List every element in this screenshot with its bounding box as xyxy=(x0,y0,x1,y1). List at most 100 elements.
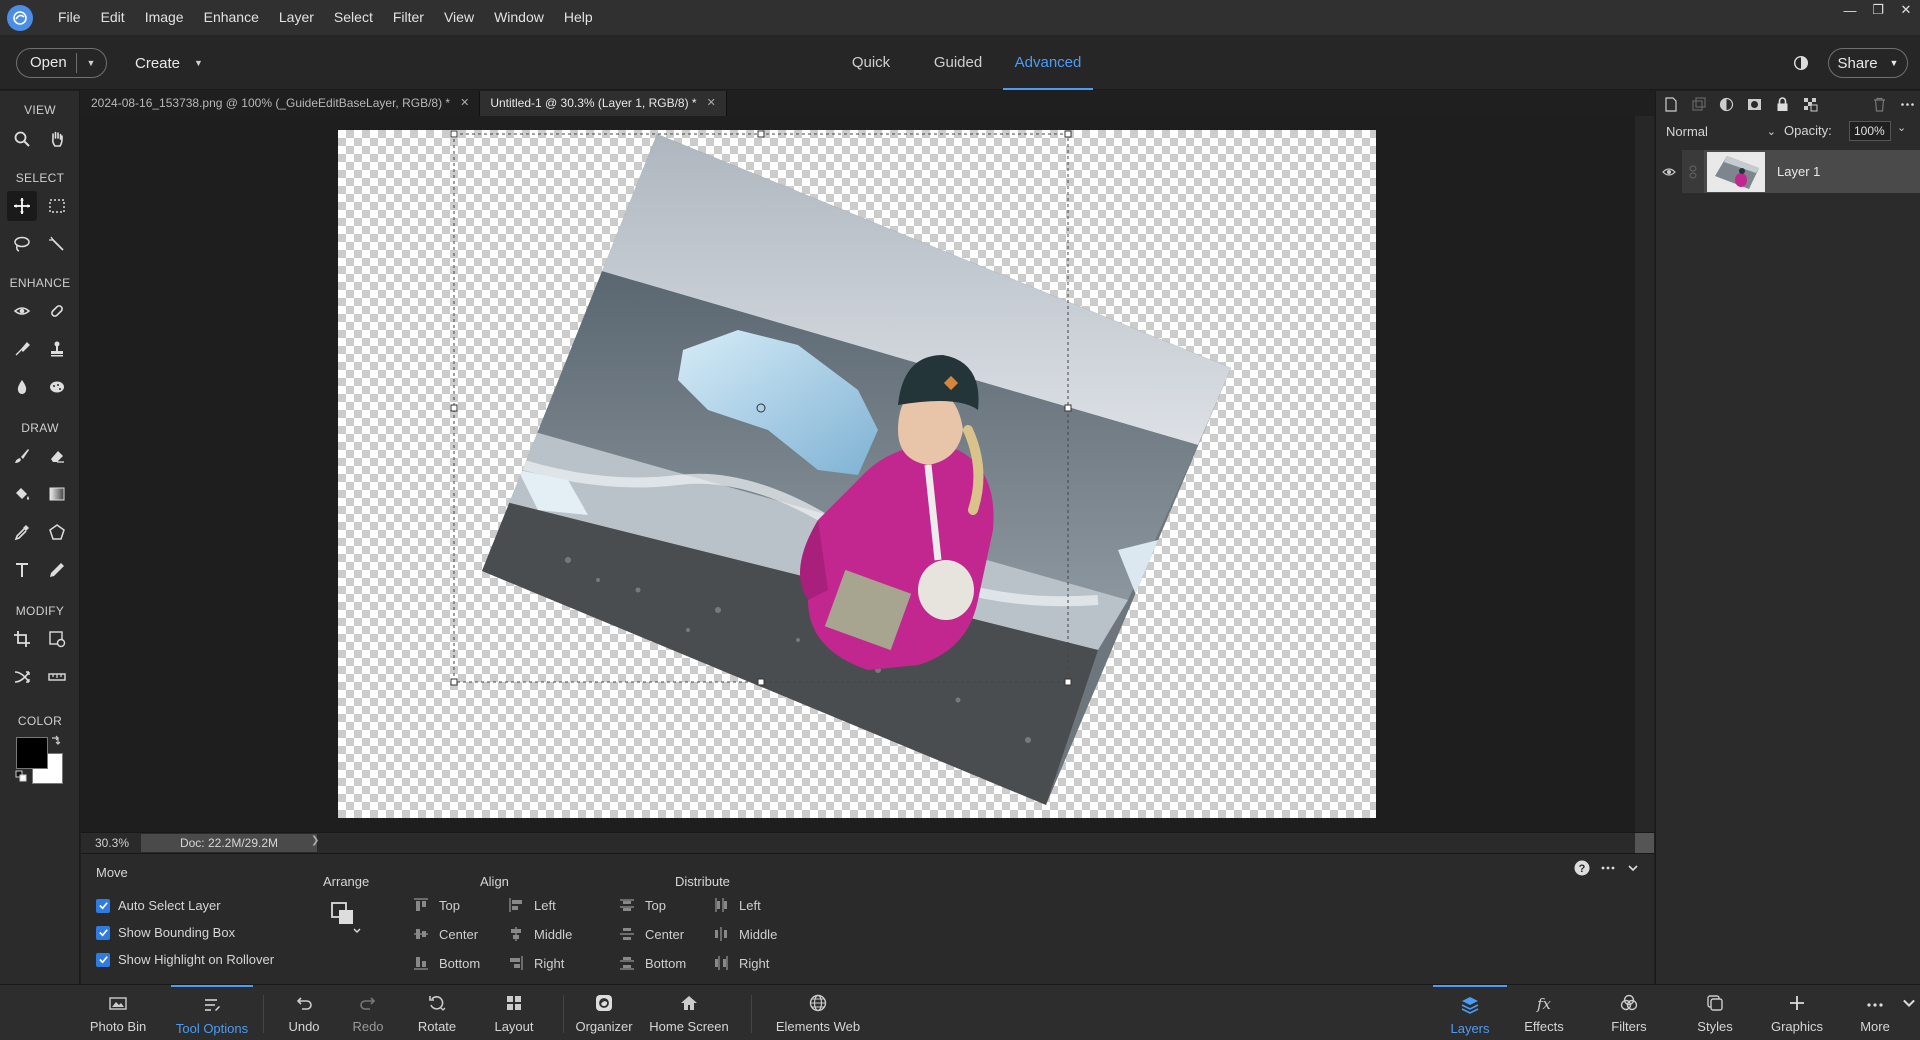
opacity-input[interactable]: 100% xyxy=(1849,121,1891,141)
redo-button[interactable]: Redo xyxy=(348,985,388,1040)
align-middle-button[interactable]: Middle xyxy=(508,926,572,942)
graphics-button[interactable]: Graphics xyxy=(1764,985,1830,1040)
tool-options-button[interactable]: Tool Options xyxy=(171,985,253,1040)
lasso-tool-icon[interactable] xyxy=(7,229,37,259)
lock-all-icon[interactable] xyxy=(1768,91,1796,117)
styles-button[interactable]: Styles xyxy=(1690,985,1740,1040)
menu-filter[interactable]: Filter xyxy=(383,0,434,35)
help-icon[interactable]: ? xyxy=(1574,860,1590,876)
brush-tool-icon[interactable] xyxy=(7,441,37,471)
swap-colors-icon[interactable] xyxy=(50,735,62,747)
delete-layer-icon[interactable] xyxy=(1865,91,1893,117)
red-eye-tool-icon[interactable] xyxy=(7,296,37,326)
share-button[interactable]: Share ▼ xyxy=(1828,48,1908,78)
minimize-icon[interactable]: — xyxy=(1836,0,1864,20)
align-center-button[interactable]: Center xyxy=(413,926,478,942)
theme-toggle-icon[interactable] xyxy=(1790,52,1812,74)
menu-view[interactable]: View xyxy=(434,0,484,35)
hand-tool-icon[interactable] xyxy=(42,124,72,154)
chevron-down-icon[interactable]: ⌄ xyxy=(1897,121,1906,134)
reset-colors-icon[interactable] xyxy=(15,770,27,782)
quick-selection-tool-icon[interactable] xyxy=(42,229,72,259)
photo-bin-button[interactable]: Photo Bin xyxy=(83,985,153,1040)
distribute-left-button[interactable]: Left xyxy=(713,897,761,913)
link-icon[interactable] xyxy=(1682,150,1704,193)
align-bottom-button[interactable]: Bottom xyxy=(413,955,480,971)
layer-row[interactable]: Layer 1 xyxy=(1656,150,1920,193)
effects-button[interactable]: fx Effects xyxy=(1516,985,1572,1040)
tab-guided[interactable]: Guided xyxy=(933,35,983,90)
document-tab[interactable]: 2024-08-16_153738.png @ 100% (_GuideEdit… xyxy=(81,91,481,116)
pencil-tool-icon[interactable] xyxy=(42,555,72,585)
custom-shape-tool-icon[interactable] xyxy=(42,517,72,547)
document-tab[interactable]: Untitled-1 @ 30.3% (Layer 1, RGB/8) * ✕ xyxy=(480,91,727,116)
layers-button[interactable]: Layers xyxy=(1433,985,1507,1040)
eyedropper-tool-icon[interactable] xyxy=(7,517,37,547)
close-tab-icon[interactable]: ✕ xyxy=(460,91,469,116)
gradient-tool-icon[interactable] xyxy=(42,479,72,509)
recompose-tool-icon[interactable] xyxy=(42,624,72,654)
menu-edit[interactable]: Edit xyxy=(91,0,135,35)
blend-mode-select[interactable]: Normal ⌄ xyxy=(1666,121,1776,141)
layer-item[interactable]: Layer 1 xyxy=(1704,150,1920,193)
marquee-tool-icon[interactable] xyxy=(42,191,72,221)
menu-layer[interactable]: Layer xyxy=(269,0,324,35)
close-tab-icon[interactable]: ✕ xyxy=(707,91,716,116)
checkbox-checked-icon[interactable] xyxy=(96,925,110,940)
tab-advanced[interactable]: Advanced xyxy=(1003,35,1093,90)
move-tool-icon[interactable] xyxy=(7,191,37,221)
eraser-tool-icon[interactable] xyxy=(42,441,72,471)
distribute-top-button[interactable]: Top xyxy=(619,897,666,913)
show-bounding-box-checkbox[interactable]: Show Bounding Box xyxy=(96,925,235,940)
new-group-icon[interactable] xyxy=(1684,91,1712,117)
undo-button[interactable]: Undo xyxy=(284,985,324,1040)
lock-transparency-icon[interactable] xyxy=(1796,91,1824,117)
panel-menu-icon[interactable] xyxy=(1893,91,1920,117)
align-top-button[interactable]: Top xyxy=(413,897,460,913)
menu-window[interactable]: Window xyxy=(484,0,554,35)
chevron-down-icon[interactable] xyxy=(1626,861,1640,875)
more-button[interactable]: More xyxy=(1850,985,1900,1040)
menu-file[interactable]: File xyxy=(48,0,91,35)
document-canvas[interactable] xyxy=(338,130,1376,818)
new-layer-icon[interactable] xyxy=(1656,91,1684,117)
menu-select[interactable]: Select xyxy=(324,0,383,35)
blur-tool-icon[interactable] xyxy=(7,372,37,402)
canvas-area[interactable] xyxy=(81,116,1635,832)
open-button[interactable]: Open ▼ xyxy=(16,48,107,78)
organizer-button[interactable]: Organizer xyxy=(571,985,637,1040)
straighten-tool-icon[interactable] xyxy=(42,662,72,692)
filters-button[interactable]: Filters xyxy=(1600,985,1658,1040)
open-dropdown-icon[interactable]: ▼ xyxy=(77,58,105,68)
menu-help[interactable]: Help xyxy=(554,0,603,35)
home-screen-button[interactable]: Home Screen xyxy=(645,985,733,1040)
arrange-icon[interactable] xyxy=(330,901,364,937)
eye-icon[interactable] xyxy=(1656,167,1682,177)
vertical-scrollbar[interactable] xyxy=(1635,116,1654,832)
healing-brush-tool-icon[interactable] xyxy=(42,296,72,326)
crop-tool-icon[interactable] xyxy=(7,624,37,654)
rotate-button[interactable]: Rotate xyxy=(412,985,462,1040)
layout-button[interactable]: Layout xyxy=(489,985,539,1040)
distribute-bottom-button[interactable]: Bottom xyxy=(619,955,686,971)
distribute-middle-button[interactable]: Middle xyxy=(713,926,777,942)
show-highlight-checkbox[interactable]: Show Highlight on Rollover xyxy=(96,952,274,967)
document-size-info[interactable]: Doc: 22.2M/29.2M xyxy=(141,834,317,852)
menu-image[interactable]: Image xyxy=(135,0,194,35)
close-window-icon[interactable]: ✕ xyxy=(1892,0,1920,20)
distribute-center-button[interactable]: Center xyxy=(619,926,684,942)
distribute-right-button[interactable]: Right xyxy=(713,955,769,971)
chevron-right-icon[interactable]: ❯ xyxy=(311,835,319,846)
clone-stamp-tool-icon[interactable] xyxy=(42,334,72,364)
sponge-tool-icon[interactable] xyxy=(42,372,72,402)
more-options-icon[interactable] xyxy=(1600,860,1616,876)
auto-select-layer-checkbox[interactable]: Auto Select Layer xyxy=(96,898,221,913)
taskbar-collapse-button[interactable] xyxy=(1900,985,1918,1040)
app-logo-icon[interactable] xyxy=(7,4,33,31)
rotated-photo-layer[interactable] xyxy=(338,130,1376,818)
type-tool-icon[interactable] xyxy=(7,555,37,585)
zoom-tool-icon[interactable] xyxy=(7,124,37,154)
layer-mask-icon[interactable] xyxy=(1740,91,1768,117)
align-left-button[interactable]: Left xyxy=(508,897,556,913)
checkbox-checked-icon[interactable] xyxy=(96,898,110,913)
